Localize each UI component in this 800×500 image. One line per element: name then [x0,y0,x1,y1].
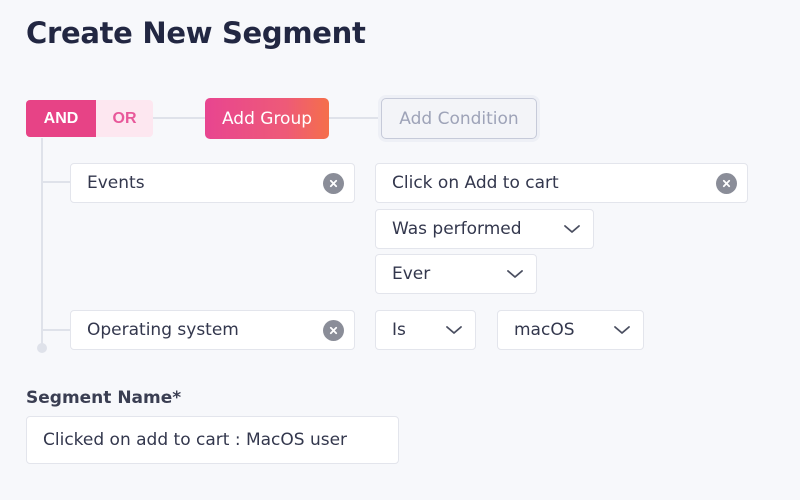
or-toggle-button[interactable]: OR [96,100,153,137]
performed-select[interactable]: Was performed [375,209,594,249]
performed-value: Was performed [392,219,522,239]
timeframe-value: Ever [392,264,431,284]
add-group-button[interactable]: Add Group [205,98,329,139]
clear-icon[interactable] [323,319,344,341]
event-value-select[interactable]: Click on Add to cart [375,163,748,203]
tree-line-vertical [41,138,43,348]
chevron-down-icon [564,225,580,233]
tree-branch-line [42,181,72,183]
page-title: Create New Segment [26,16,366,50]
segment-name-label: Segment Name* [26,388,182,408]
os-value-select[interactable]: macOS [497,310,644,350]
os-value: macOS [514,320,575,340]
timeframe-select[interactable]: Ever [375,254,537,294]
clear-icon[interactable] [716,172,737,194]
chevron-down-icon [446,326,462,334]
connector-line [152,117,206,119]
event-value: Click on Add to cart [392,173,559,193]
clear-icon[interactable] [323,172,344,194]
condition-property-select[interactable]: Events [70,163,355,203]
chevron-down-icon [614,326,630,334]
tree-branch-line [42,329,72,331]
condition-property-value: Operating system [87,320,239,340]
condition-property-value: Events [87,173,145,193]
operator-value: Is [392,320,406,340]
tree-end-dot [37,343,47,353]
add-condition-button[interactable]: Add Condition [381,98,537,139]
condition-property-select[interactable]: Operating system [70,310,355,350]
logic-toggle: AND OR [26,100,153,137]
connector-line [328,117,382,119]
and-toggle-button[interactable]: AND [26,100,96,137]
segment-name-input[interactable]: Clicked on add to cart : MacOS user [26,416,399,464]
operator-select[interactable]: Is [375,310,476,350]
chevron-down-icon [507,270,523,278]
